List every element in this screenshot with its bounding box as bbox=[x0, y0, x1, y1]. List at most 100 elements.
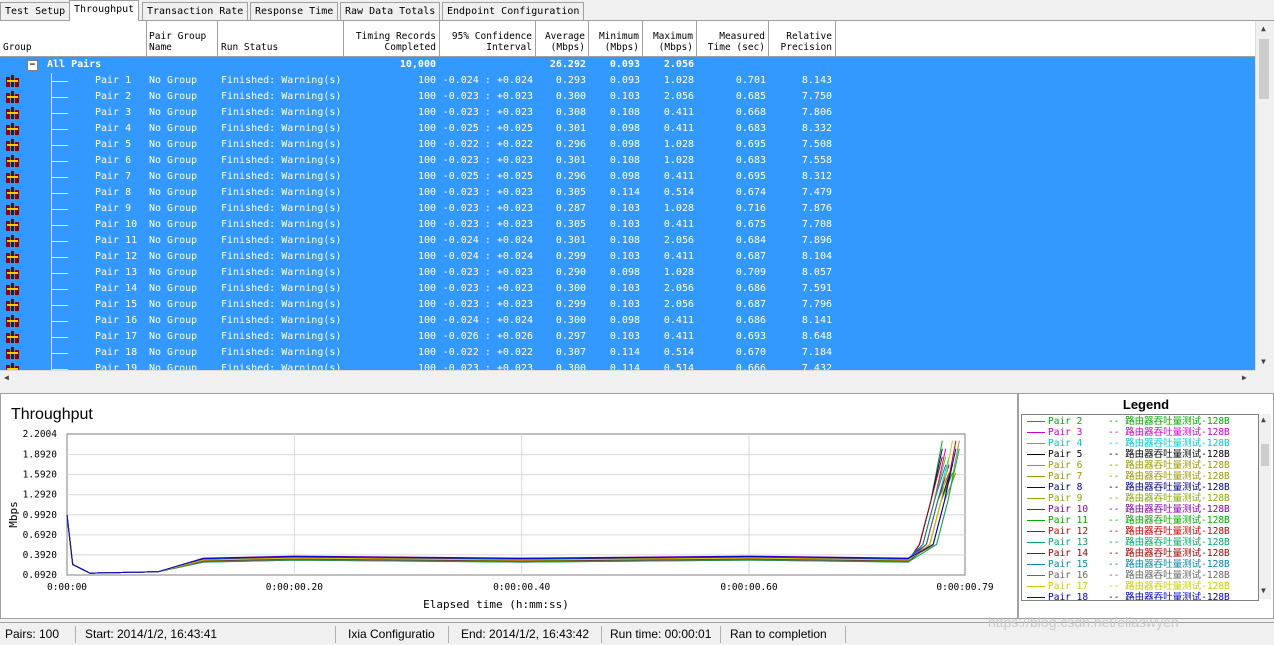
cell-timing-records: 100 bbox=[417, 107, 436, 118]
col-average-header[interactable]: Average (Mbps) bbox=[536, 21, 589, 56]
legend-list[interactable]: Pair 2 -- 路由器吞吐量测试-128B Pair 3 -- 路由器吞吐量测试-… bbox=[1021, 414, 1259, 601]
tab-endpoint-configuration[interactable]: Endpoint Configuration bbox=[442, 2, 585, 20]
col-maximum-header[interactable]: Maximum (Mbps) bbox=[643, 21, 697, 56]
col-minimum-header[interactable]: Minimum (Mbps) bbox=[589, 21, 643, 56]
legend-title: Legend bbox=[1122, 397, 1170, 412]
table-row[interactable]: Pair 11 No Group Finished: Warning(s) 100 -0… bbox=[0, 233, 1255, 249]
table-row[interactable]: Pair 1 No Group Finished: Warning(s) 100 -0.… bbox=[0, 73, 1255, 89]
table-row[interactable]: Pair 14 No Group Finished: Warning(s) 100 -0… bbox=[0, 281, 1255, 297]
cell-confidence-interval: -0.023 : +0.023 bbox=[442, 267, 533, 278]
tree-branch bbox=[51, 89, 68, 98]
cell-average: 0.296 bbox=[555, 171, 586, 182]
legend-item[interactable]: Pair 15 -- 路由器吞吐量测试-128B bbox=[1027, 559, 1230, 570]
table-row[interactable]: Pair 2 No Group Finished: Warning(s) 100 -0.… bbox=[0, 89, 1255, 105]
tab-transaction-rate[interactable]: Transaction Rate bbox=[142, 2, 249, 20]
col-confidence-header[interactable]: 95% Confidence Interval bbox=[440, 21, 536, 56]
cell-confidence-interval: -0.024 : +0.024 bbox=[442, 235, 533, 246]
legend-item[interactable]: Pair 17 -- 路由器吞吐量测试-128B bbox=[1027, 581, 1230, 592]
cell-pair-name: Pair 16 bbox=[95, 315, 138, 326]
cell-relative-precision: 8.143 bbox=[801, 75, 832, 86]
scroll-down-icon[interactable]: ▼ bbox=[1261, 357, 1266, 366]
grid-horizontal-scrollbar[interactable]: ◀ ▶ bbox=[0, 370, 1255, 385]
table-row[interactable]: Pair 19 No Group Finished: Warning(s) 100 -0… bbox=[0, 361, 1255, 370]
legend-item[interactable]: Pair 9 -- 路由器吞吐量测试-128B bbox=[1027, 493, 1230, 504]
legend-item[interactable]: Pair 16 -- 路由器吞吐量测试-128B bbox=[1027, 570, 1230, 581]
legend-item[interactable]: Pair 6 -- 路由器吞吐量测试-128B bbox=[1027, 460, 1230, 471]
table-row[interactable]: Pair 8 No Group Finished: Warning(s) 100 -0.… bbox=[0, 185, 1255, 201]
scroll-thumb[interactable] bbox=[1259, 39, 1269, 99]
pair-warning-icon bbox=[6, 251, 19, 263]
legend-item[interactable]: Pair 5 -- 路由器吞吐量测试-128B bbox=[1027, 449, 1230, 460]
table-row[interactable]: Pair 16 No Group Finished: Warning(s) 100 -0… bbox=[0, 313, 1255, 329]
legend-item[interactable]: Pair 4 -- 路由器吞吐量测试-128B bbox=[1027, 438, 1230, 449]
legend-item[interactable]: Pair 14 -- 路由器吞吐量测试-128B bbox=[1027, 548, 1230, 559]
cell-pair-name: Pair 3 bbox=[95, 107, 132, 118]
table-row[interactable]: Pair 10 No Group Finished: Warning(s) 100 -0… bbox=[0, 217, 1255, 233]
tab-response-time[interactable]: Response Time bbox=[250, 2, 339, 20]
col-run-status-header[interactable]: Run Status bbox=[218, 21, 344, 56]
collapse-icon[interactable]: − bbox=[27, 60, 38, 71]
legend-item[interactable]: Pair 2 -- 路由器吞吐量测试-128B bbox=[1027, 416, 1230, 427]
cell-pair-group: No Group bbox=[149, 203, 198, 214]
legend-item[interactable]: Pair 8 -- 路由器吞吐量测试-128B bbox=[1027, 482, 1230, 493]
cell-measured-time: 0.687 bbox=[735, 251, 766, 262]
col-pair-group-name-header[interactable]: Pair Group Name bbox=[146, 21, 218, 56]
cell-maximum: 0.411 bbox=[663, 315, 694, 326]
tab-raw-data-totals[interactable]: Raw Data Totals bbox=[340, 2, 441, 20]
col-timing-records-header[interactable]: Timing Records Completed bbox=[344, 21, 440, 56]
legend-suffix: -- 路由器吞吐量测试-128B bbox=[1108, 504, 1230, 515]
scroll-right-icon[interactable]: ▶ bbox=[1242, 373, 1247, 382]
cell-pair-name: Pair 13 bbox=[95, 267, 138, 278]
status-config: Ixia Configuratio bbox=[343, 626, 449, 643]
summary-row-all-pairs[interactable]: − All Pairs 10,000 26.292 0.093 2.056 bbox=[0, 57, 1255, 73]
col-group-label: Group bbox=[3, 42, 32, 53]
table-row[interactable]: Pair 18 No Group Finished: Warning(s) 100 -0… bbox=[0, 345, 1255, 361]
grid-vertical-scrollbar[interactable]: ▲ ▼ bbox=[1255, 21, 1273, 370]
scroll-left-icon[interactable]: ◀ bbox=[4, 373, 9, 382]
summary-minimum: 0.093 bbox=[609, 59, 640, 70]
legend-scrollbar[interactable]: ▲ ▼ bbox=[1259, 414, 1271, 599]
plot-area bbox=[66, 433, 966, 576]
cell-timing-records: 100 bbox=[417, 251, 436, 262]
table-row[interactable]: Pair 6 No Group Finished: Warning(s) 100 -0.… bbox=[0, 153, 1255, 169]
table-row[interactable]: Pair 12 No Group Finished: Warning(s) 100 -0… bbox=[0, 249, 1255, 265]
cell-timing-records: 100 bbox=[417, 347, 436, 358]
tab-test-setup[interactable]: Test Setup bbox=[0, 2, 71, 20]
table-row[interactable]: Pair 4 No Group Finished: Warning(s) 100 -0.… bbox=[0, 121, 1255, 137]
cell-maximum: 2.056 bbox=[663, 91, 694, 102]
cell-confidence-interval: -0.023 : +0.023 bbox=[442, 203, 533, 214]
legend-pair-name: Pair 10 bbox=[1048, 504, 1089, 515]
cell-maximum: 1.028 bbox=[663, 75, 694, 86]
cell-relative-precision: 7.479 bbox=[801, 187, 832, 198]
cell-confidence-interval: -0.023 : +0.023 bbox=[442, 283, 533, 294]
legend-item[interactable]: Pair 3 -- 路由器吞吐量测试-128B bbox=[1027, 427, 1230, 438]
col-relative-precision-header[interactable]: Relative Precision bbox=[769, 21, 836, 56]
table-row[interactable]: Pair 15 No Group Finished: Warning(s) 100 -0… bbox=[0, 297, 1255, 313]
legend-item[interactable]: Pair 12 -- 路由器吞吐量测试-128B bbox=[1027, 526, 1230, 537]
legend-item[interactable]: Pair 11 -- 路由器吞吐量测试-128B bbox=[1027, 515, 1230, 526]
table-row[interactable]: Pair 9 No Group Finished: Warning(s) 100 -0.… bbox=[0, 201, 1255, 217]
legend-scroll-thumb[interactable] bbox=[1261, 444, 1269, 466]
legend-scroll-down-icon[interactable]: ▼ bbox=[1261, 586, 1266, 595]
legend-item[interactable]: Pair 18 -- 路由器吞吐量测试-128B bbox=[1027, 592, 1230, 600]
scroll-up-icon[interactable]: ▲ bbox=[1261, 24, 1266, 33]
col-measured-time-header[interactable]: Measured Time (sec) bbox=[697, 21, 769, 56]
table-row[interactable]: Pair 3 No Group Finished: Warning(s) 100 -0.… bbox=[0, 105, 1255, 121]
legend-item[interactable]: Pair 7 -- 路由器吞吐量测试-128B bbox=[1027, 471, 1230, 482]
cell-maximum: 0.411 bbox=[663, 331, 694, 342]
cell-pair-group: No Group bbox=[149, 251, 198, 262]
legend-item[interactable]: Pair 13 -- 路由器吞吐量测试-128B bbox=[1027, 537, 1230, 548]
table-row[interactable]: Pair 5 No Group Finished: Warning(s) 100 -0.… bbox=[0, 137, 1255, 153]
table-row[interactable]: Pair 13 No Group Finished: Warning(s) 100 -0… bbox=[0, 265, 1255, 281]
legend-pair-name: Pair 8 bbox=[1048, 482, 1083, 493]
legend-scroll-up-icon[interactable]: ▲ bbox=[1261, 415, 1266, 424]
tree-branch bbox=[51, 201, 68, 210]
grid-rows: − All Pairs 10,000 26.292 0.093 2.056 Pa… bbox=[0, 57, 1255, 370]
col-group-header[interactable]: Group bbox=[0, 21, 147, 56]
legend-pair-name: Pair 15 bbox=[1048, 559, 1089, 570]
legend-pair-name: Pair 2 bbox=[1048, 416, 1083, 427]
table-row[interactable]: Pair 7 No Group Finished: Warning(s) 100 -0.… bbox=[0, 169, 1255, 185]
table-row[interactable]: Pair 17 No Group Finished: Warning(s) 100 -0… bbox=[0, 329, 1255, 345]
tab-throughput[interactable]: Throughput bbox=[69, 0, 140, 21]
legend-item[interactable]: Pair 10 -- 路由器吞吐量测试-128B bbox=[1027, 504, 1230, 515]
